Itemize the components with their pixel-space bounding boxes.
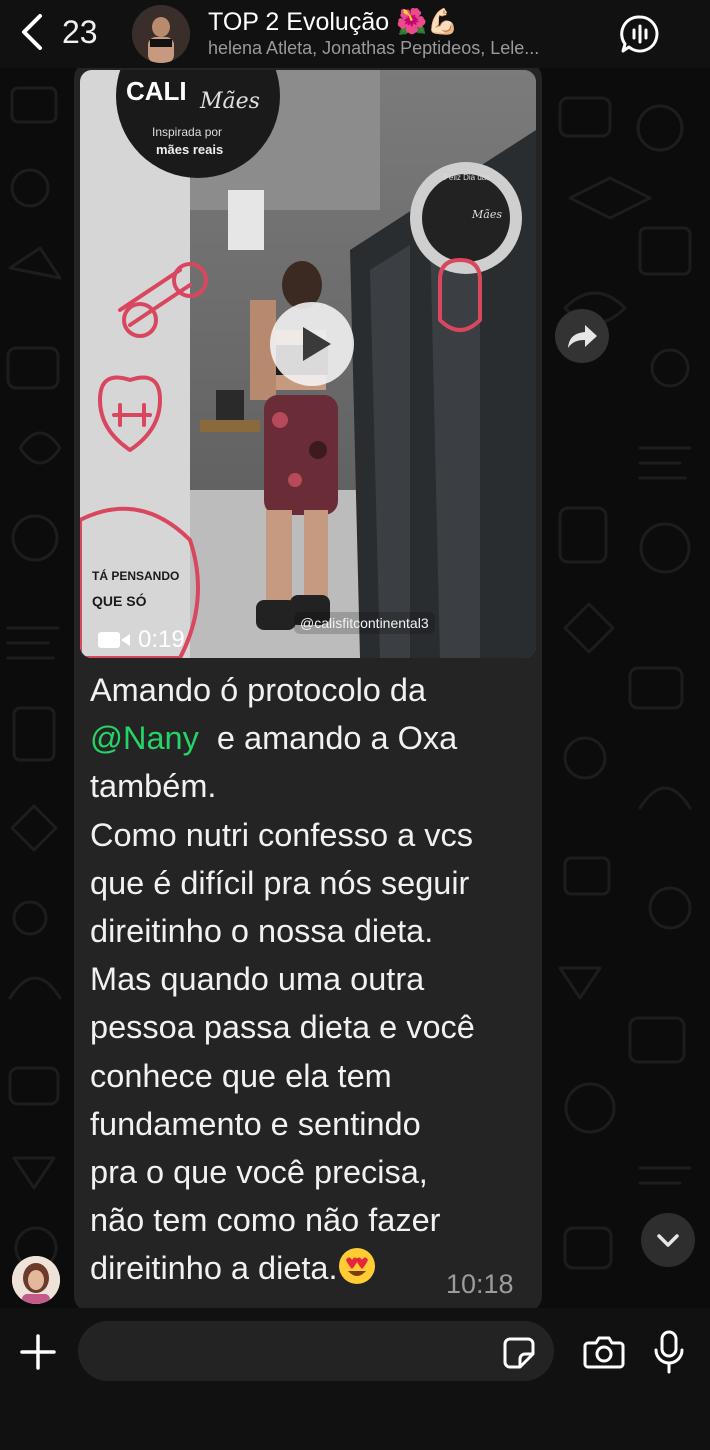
video-thumbnail[interactable]: CALI Mães Inspirada por mães reais Feliz… [80, 70, 536, 658]
logo-tagline-1: Inspirada por [152, 125, 222, 139]
group-avatar-image [132, 5, 190, 63]
chat-header: 23 TOP 2 Evolução 🌺💪🏻 helena Atleta, Jon… [0, 0, 710, 68]
forward-arrow-icon [568, 325, 597, 348]
microphone-icon[interactable] [652, 1330, 686, 1374]
video-camera-icon [98, 632, 130, 648]
chevron-down-icon [657, 1234, 679, 1247]
message-text-start: Amando ó protocolo da [90, 672, 427, 708]
logo-brand: CALI [126, 76, 187, 106]
chat-screen: 23 TOP 2 Evolução 🌺💪🏻 helena Atleta, Jon… [0, 0, 710, 1450]
forward-button[interactable] [555, 309, 609, 363]
kettlebell-line-1: TÁ PENSANDO [92, 568, 179, 583]
back-button[interactable]: 23 [18, 12, 98, 52]
group-members[interactable]: helena Atleta, Jonathas Peptideos, Lele.… [208, 38, 598, 59]
logo-script: Mães [199, 89, 260, 114]
camera-icon[interactable] [583, 1334, 625, 1370]
sender-avatar[interactable] [12, 1256, 60, 1304]
sender-avatar-image [12, 1256, 60, 1304]
message-text: Amando ó protocolo da @Nany e amando a O… [90, 666, 535, 1293]
video-duration: 0:19 [96, 626, 185, 654]
plus-icon[interactable] [18, 1332, 58, 1372]
message-time: 10:18 [446, 1269, 514, 1299]
kettlebell-line-2: QUE SÓ [92, 592, 147, 609]
video-watermark: @calisfitcontinental3 [294, 612, 435, 634]
message-text-rest: e amando a Oxa também. Como nutri confes… [90, 720, 475, 1287]
play-button[interactable] [270, 302, 354, 386]
group-title[interactable]: TOP 2 Evolução 🌺💪🏻 [208, 8, 458, 37]
mention-link[interactable]: @Nany [90, 720, 199, 756]
scroll-down-button[interactable] [641, 1213, 695, 1267]
group-avatar[interactable] [132, 5, 190, 63]
sticker-icon[interactable] [502, 1336, 536, 1370]
heart-eyes-emoji [338, 1248, 375, 1285]
chevron-left-icon [22, 14, 42, 50]
sticker-line-1: Feliz Dia das [444, 173, 490, 182]
video-duration-text: 0:19 [138, 626, 185, 653]
unread-count: 23 [62, 13, 98, 50]
logo-tagline-2: mães reais [156, 142, 223, 157]
waveform-call-icon[interactable] [620, 14, 660, 54]
message-bubble[interactable]: CALI Mães Inspirada por mães reais Feliz… [74, 62, 542, 1312]
message-input[interactable] [78, 1321, 554, 1381]
composer-bar [0, 1308, 710, 1450]
sticker-line-2: Mães [471, 208, 502, 221]
